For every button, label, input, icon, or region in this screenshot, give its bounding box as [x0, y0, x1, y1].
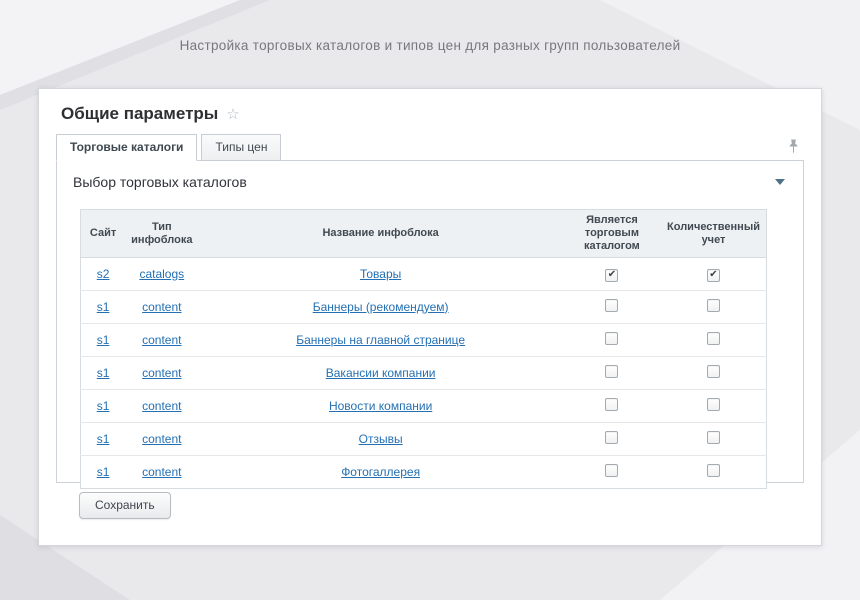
- page-subtitle: Настройка торговых каталогов и типов цен…: [0, 38, 860, 53]
- quantity-accounting-checkbox[interactable]: [707, 398, 720, 411]
- iblock-type-link[interactable]: content: [142, 432, 181, 446]
- site-link[interactable]: s2: [97, 267, 110, 281]
- quantity-accounting-checkbox[interactable]: [707, 464, 720, 477]
- header-iblock-name: Название инфоблока: [198, 210, 562, 258]
- iblock-type-link[interactable]: content: [142, 366, 181, 380]
- site-link[interactable]: s1: [97, 432, 110, 446]
- is-trade-catalog-checkbox[interactable]: [605, 431, 618, 444]
- pin-icon[interactable]: [788, 139, 799, 159]
- iblock-type-link[interactable]: content: [142, 399, 181, 413]
- catalog-table: Сайт Тип инфоблока Название инфоблока Яв…: [80, 209, 767, 489]
- is-trade-catalog-checkbox[interactable]: [605, 365, 618, 378]
- iblock-name-link[interactable]: Новости компании: [329, 399, 432, 413]
- card-title-row: Общие параметры ☆: [39, 89, 821, 134]
- iblock-type-link[interactable]: catalogs: [139, 267, 184, 281]
- iblock-type-link[interactable]: content: [142, 465, 181, 479]
- settings-card: Общие параметры ☆ Торговые каталоги Типы…: [38, 88, 822, 546]
- is-trade-catalog-checkbox[interactable]: [605, 332, 618, 345]
- iblock-type-link[interactable]: content: [142, 333, 181, 347]
- button-row: Сохранить: [79, 492, 821, 519]
- site-link[interactable]: s1: [97, 366, 110, 380]
- header-quantity-accounting: Количественный учет: [661, 210, 766, 258]
- quantity-accounting-checkbox[interactable]: [707, 332, 720, 345]
- table-row: s1 content Новости компании: [81, 389, 767, 422]
- tab-content-panel: Выбор торговых каталогов Сайт Тип инфобл…: [56, 160, 804, 483]
- iblock-type-link[interactable]: content: [142, 300, 181, 314]
- page-title: Общие параметры: [61, 104, 218, 124]
- iblock-name-link[interactable]: Баннеры (рекомендуем): [313, 300, 449, 314]
- tab-price-types[interactable]: Типы цен: [201, 134, 281, 161]
- table-row: s1 content Отзывы: [81, 422, 767, 455]
- iblock-name-link[interactable]: Отзывы: [359, 432, 403, 446]
- section-header: Выбор торговых каталогов: [57, 161, 803, 202]
- tab-bar: Торговые каталоги Типы цен: [39, 134, 821, 161]
- section-title: Выбор торговых каталогов: [73, 174, 247, 190]
- site-link[interactable]: s1: [97, 399, 110, 413]
- iblock-name-link[interactable]: Товары: [360, 267, 401, 281]
- iblock-name-link[interactable]: Фотогаллерея: [341, 465, 420, 479]
- save-button[interactable]: Сохранить: [79, 492, 171, 519]
- table-row: s1 content Баннеры (рекомендуем): [81, 290, 767, 323]
- table-row: s1 content Вакансии компании: [81, 356, 767, 389]
- catalog-table-body: s2 catalogs Товары s1 content Баннеры (р…: [81, 258, 767, 489]
- iblock-name-link[interactable]: Баннеры на главной странице: [296, 333, 465, 347]
- tab-trade-catalogs[interactable]: Торговые каталоги: [56, 134, 197, 161]
- table-header-row: Сайт Тип инфоблока Название инфоблока Яв…: [81, 210, 767, 258]
- header-iblock-type: Тип инфоблока: [125, 210, 198, 258]
- table-row: s2 catalogs Товары: [81, 258, 767, 291]
- header-is-trade-catalog: Является торговым каталогом: [563, 210, 661, 258]
- site-link[interactable]: s1: [97, 300, 110, 314]
- quantity-accounting-checkbox[interactable]: [707, 365, 720, 378]
- table-row: s1 content Фотогаллерея: [81, 455, 767, 488]
- is-trade-catalog-checkbox[interactable]: [605, 269, 618, 282]
- favorite-star-icon[interactable]: ☆: [226, 107, 239, 122]
- table-row: s1 content Баннеры на главной странице: [81, 323, 767, 356]
- quantity-accounting-checkbox[interactable]: [707, 431, 720, 444]
- site-link[interactable]: s1: [97, 333, 110, 347]
- is-trade-catalog-checkbox[interactable]: [605, 464, 618, 477]
- iblock-name-link[interactable]: Вакансии компании: [326, 366, 436, 380]
- quantity-accounting-checkbox[interactable]: [707, 269, 720, 282]
- catalog-table-wrap: Сайт Тип инфоблока Название инфоблока Яв…: [80, 209, 780, 489]
- is-trade-catalog-checkbox[interactable]: [605, 299, 618, 312]
- is-trade-catalog-checkbox[interactable]: [605, 398, 618, 411]
- collapse-arrow-icon[interactable]: [775, 179, 785, 185]
- quantity-accounting-checkbox[interactable]: [707, 299, 720, 312]
- header-site: Сайт: [81, 210, 126, 258]
- site-link[interactable]: s1: [97, 465, 110, 479]
